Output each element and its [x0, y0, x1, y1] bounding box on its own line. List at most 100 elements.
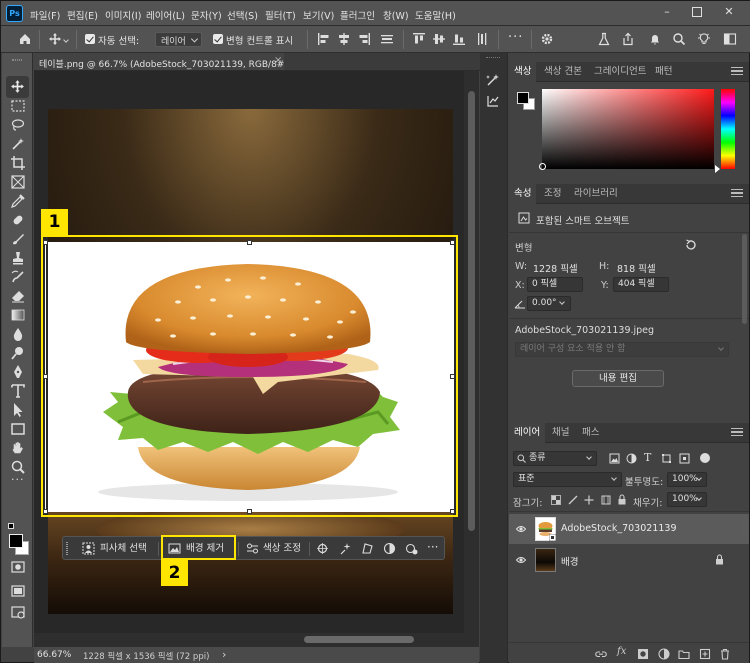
- photoshop-logo-icon[interactable]: Ps: [6, 5, 23, 22]
- select-subject-button[interactable]: 피사체 선택: [100, 541, 147, 556]
- menu-view[interactable]: 보기(V): [303, 8, 334, 22]
- angle-field[interactable]: 0.00°: [527, 296, 571, 311]
- tab-paths[interactable]: 패스: [577, 423, 604, 443]
- close-tab-icon[interactable]: ×: [274, 55, 282, 66]
- properties-scrollbar[interactable]: [742, 234, 747, 324]
- layer-name[interactable]: AdobeStock_703021139: [561, 523, 677, 534]
- menu-help[interactable]: 도움말(H): [415, 8, 456, 22]
- lasso-tool-icon[interactable]: [10, 117, 26, 133]
- reset-transform-icon[interactable]: [685, 239, 697, 251]
- dodge-tool-icon[interactable]: [10, 345, 26, 361]
- filter-smart-object-icon[interactable]: [679, 453, 690, 464]
- healing-brush-tool-icon[interactable]: [10, 212, 26, 228]
- new-layer-icon[interactable]: [699, 648, 711, 660]
- document-tab[interactable]: 테이블.png @ 66.7% (AdobeStock_703021139, R…: [34, 53, 295, 71]
- delete-layer-trash-icon[interactable]: [719, 648, 731, 660]
- horizontal-scrollbar[interactable]: [34, 633, 464, 646]
- layer-row[interactable]: AdobeStock_703021139: [509, 514, 749, 544]
- more-options-icon[interactable]: ···: [427, 540, 438, 554]
- workspace-icon[interactable]: [723, 32, 737, 46]
- quick-mask-icon[interactable]: [10, 559, 26, 575]
- filter-toggle-icon[interactable]: [700, 453, 710, 463]
- fill-field[interactable]: 100%: [667, 492, 707, 507]
- type-tool-icon[interactable]: [10, 383, 26, 399]
- align-left-icon[interactable]: [317, 32, 331, 46]
- menu-image[interactable]: 이미지(I): [105, 8, 141, 22]
- discover-lightbulb-icon[interactable]: [697, 32, 711, 46]
- lock-position-icon[interactable]: [584, 495, 594, 505]
- move-tool-icon[interactable]: [48, 32, 62, 46]
- adjustment-layer-icon[interactable]: [405, 542, 418, 555]
- align-horizontal-center-icon[interactable]: [337, 32, 351, 46]
- marquee-tool-icon[interactable]: [10, 98, 26, 114]
- tab-layers[interactable]: 레이어: [509, 423, 546, 443]
- new-adjustment-layer-icon[interactable]: [658, 648, 670, 660]
- tab-color[interactable]: 색상: [509, 62, 537, 82]
- opacity-field[interactable]: 100%: [667, 472, 707, 487]
- tab-patterns[interactable]: 패턴: [650, 62, 677, 82]
- align-vertical-center-icon[interactable]: [432, 32, 446, 46]
- layers-scrollbar[interactable]: [742, 515, 747, 535]
- align-right-icon[interactable]: [357, 32, 371, 46]
- gradient-tool-icon[interactable]: [10, 307, 26, 323]
- rectangle-tool-icon[interactable]: [10, 421, 26, 437]
- x-position-field[interactable]: 0 픽셀: [527, 277, 583, 292]
- generative-fill-sparkle-icon[interactable]: [339, 542, 352, 555]
- scrollbar-thumb[interactable]: [468, 91, 475, 531]
- eyedropper-tool-icon[interactable]: [10, 193, 26, 209]
- zoom-level[interactable]: 66.67%: [37, 650, 71, 660]
- panel-menu-icon[interactable]: [731, 67, 743, 77]
- menu-select[interactable]: 선택(S): [227, 8, 258, 22]
- artboard-settings-icon[interactable]: [10, 604, 26, 620]
- panel-menu-icon[interactable]: [731, 189, 743, 199]
- lock-artboard-icon[interactable]: [601, 495, 611, 505]
- hand-tool-icon[interactable]: [10, 440, 26, 456]
- align-bottom-icon[interactable]: [452, 32, 466, 46]
- close-window-icon[interactable]: ✕: [723, 6, 735, 18]
- labs-flask-icon[interactable]: [597, 32, 611, 46]
- blur-tool-icon[interactable]: [10, 326, 26, 342]
- lock-all-icon[interactable]: [617, 494, 627, 505]
- menu-edit[interactable]: 편집(E): [67, 8, 98, 22]
- hue-slider-marker[interactable]: [715, 165, 720, 173]
- screen-mode-icon[interactable]: [10, 583, 26, 599]
- new-group-folder-icon[interactable]: [678, 648, 690, 660]
- taskbar-grip[interactable]: [66, 542, 68, 555]
- more-options-icon[interactable]: ···: [508, 30, 523, 45]
- move-tool[interactable]: [6, 76, 29, 98]
- maximize-icon[interactable]: [692, 7, 702, 17]
- gear-icon[interactable]: [540, 32, 554, 46]
- brush-tool-icon[interactable]: [10, 231, 26, 247]
- layer-name[interactable]: 배경: [561, 554, 578, 568]
- link-layers-icon[interactable]: [595, 648, 607, 660]
- adjust-color-button[interactable]: 색상 조정: [263, 541, 301, 556]
- panel-grip[interactable]: [486, 57, 500, 60]
- tab-adjustments[interactable]: 조정: [539, 184, 566, 204]
- scrollbar-thumb[interactable]: [304, 636, 414, 643]
- height-value[interactable]: 818 픽셀: [617, 261, 656, 275]
- hue-slider[interactable]: [721, 89, 735, 169]
- filter-type-icon[interactable]: T: [644, 451, 651, 464]
- tab-libraries[interactable]: 라이브러리: [569, 184, 623, 204]
- filter-pixel-icon[interactable]: [609, 453, 620, 464]
- object-selection-tool-icon[interactable]: [10, 136, 26, 152]
- filter-adjustment-icon[interactable]: [626, 453, 637, 464]
- layer-row[interactable]: 배경: [509, 545, 749, 575]
- menu-filter[interactable]: 필터(T): [265, 8, 296, 22]
- add-layer-style-icon[interactable]: fx: [617, 646, 626, 657]
- tab-gradients[interactable]: 그레이디언트: [589, 62, 651, 82]
- menu-window[interactable]: 창(W): [383, 8, 409, 22]
- path-selection-tool-icon[interactable]: [10, 402, 26, 418]
- lock-transparent-pixels-icon[interactable]: [551, 495, 561, 505]
- history-brush-tool-icon[interactable]: [10, 269, 26, 285]
- pen-tool-icon[interactable]: [10, 364, 26, 380]
- eraser-tool-icon[interactable]: [10, 288, 26, 304]
- auto-select-checkbox[interactable]: [85, 34, 95, 44]
- blend-mode-dropdown[interactable]: 표준: [513, 472, 622, 487]
- default-colors-icon[interactable]: [8, 523, 14, 529]
- filter-shape-icon[interactable]: [661, 453, 672, 464]
- status-menu-chevron-icon[interactable]: ›: [222, 648, 226, 661]
- lock-image-pixels-icon[interactable]: [568, 495, 578, 505]
- layer-filter-dropdown[interactable]: 종류: [513, 451, 597, 466]
- generative-expand-icon[interactable]: [316, 542, 329, 555]
